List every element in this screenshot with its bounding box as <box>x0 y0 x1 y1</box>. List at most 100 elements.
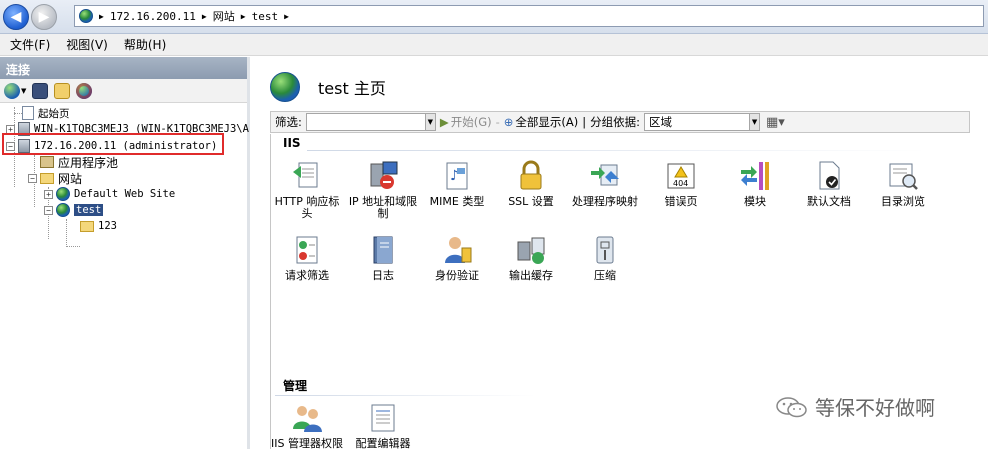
feature-label: 请求筛选 <box>285 269 329 282</box>
chevron-right-icon: ▶ <box>240 11 246 21</box>
back-button[interactable]: ◀ <box>3 4 29 30</box>
feature-ip-domain-restrictions[interactable]: IP 地址和域限制 <box>347 160 419 220</box>
feature-logging[interactable]: 日志 <box>347 234 419 282</box>
group-by-value: 区域 <box>649 115 673 129</box>
tree-label: 123 <box>98 220 117 232</box>
chevron-right-icon: ▶ <box>201 11 207 21</box>
feature-label: 错误页 <box>664 195 698 208</box>
feature-ssl-settings[interactable]: SSL 设置 <box>495 160 567 208</box>
feature-label: 处理程序映射 <box>572 195 638 208</box>
feature-default-document[interactable]: 默认文档 <box>793 160 865 208</box>
authentication-icon <box>441 234 473 266</box>
separator: - <box>495 115 500 129</box>
feature-label: IIS 管理器权限 <box>271 437 343 450</box>
breadcrumb-sites[interactable]: 网站 <box>213 8 235 24</box>
tree-app-pools[interactable]: 应用程序池 <box>40 154 118 170</box>
sites-folder-icon <box>40 172 54 184</box>
feature-iis-manager-permissions[interactable]: IIS 管理器权限 <box>271 402 343 450</box>
show-all-button[interactable]: 全部显示(A) <box>515 114 578 130</box>
feature-label: 压缩 <box>594 269 616 282</box>
separator: | <box>582 115 587 129</box>
filter-label: 筛选: <box>275 115 302 129</box>
chevron-right-icon: ▶ <box>284 11 289 21</box>
feature-output-caching[interactable]: 输出缓存 <box>495 234 567 282</box>
forward-button[interactable]: ▶ <box>31 4 57 30</box>
breadcrumb-server[interactable]: 172.16.200.11 <box>110 10 196 23</box>
feature-mime-types[interactable]: ♪ MIME 类型 <box>421 160 493 208</box>
page-title: test 主页 <box>318 79 386 98</box>
breadcrumb-test[interactable]: test <box>252 10 279 23</box>
filter-input[interactable]: ▼ <box>305 113 436 131</box>
save-icon[interactable] <box>32 82 49 99</box>
globe-icon <box>79 9 93 23</box>
connections-header: 连接 <box>0 57 247 79</box>
expand-icon[interactable]: + <box>44 189 53 199</box>
section-title-manage: 管理 <box>283 379 308 393</box>
view-mode-icon[interactable]: ▦▾ <box>766 115 785 130</box>
ssl-settings-icon <box>515 160 547 192</box>
go-icon[interactable]: ▶ <box>440 115 449 129</box>
feature-http-response-headers[interactable]: HTTP 响应标头 <box>271 160 343 220</box>
request-filtering-icon <box>291 234 323 266</box>
up-folder-icon[interactable] <box>54 82 71 99</box>
logging-icon <box>367 234 399 266</box>
feature-directory-browsing[interactable]: 目录浏览 <box>867 160 939 208</box>
chevron-right-icon: ▶ <box>99 11 104 21</box>
modules-icon <box>739 160 771 192</box>
start-button[interactable]: 开始(G) <box>451 114 492 130</box>
tree-label: 起始页 <box>38 107 70 120</box>
dropdown-arrow-icon[interactable]: ▼ <box>424 114 435 130</box>
feature-configuration-editor[interactable]: 配置编辑器 <box>347 402 419 450</box>
configuration-editor-icon <box>367 402 399 434</box>
feature-modules[interactable]: 模块 <box>719 160 791 208</box>
feature-label: MIME 类型 <box>429 195 485 208</box>
collapse-icon[interactable]: − <box>28 173 37 183</box>
site-globe-icon <box>56 187 70 201</box>
tree-default-web-site[interactable]: + Default Web Site <box>44 186 175 202</box>
tree-test-site[interactable]: − test <box>44 202 104 218</box>
tree-start-page[interactable]: 起始页 <box>22 105 70 121</box>
tree-label: 网站 <box>58 171 83 186</box>
feature-label: 默认文档 <box>807 195 851 208</box>
filter-bar: 筛选: ▼ ▶ 开始(G) - ⊕ 全部显示(A) | 分组依据: 区域 ▼ ▦… <box>270 111 970 133</box>
handler-mappings-icon <box>589 160 621 192</box>
feature-error-pages[interactable]: 404 错误页 <box>645 160 717 208</box>
group-by-select[interactable]: 区域 ▼ <box>644 113 761 131</box>
dropdown-arrow-icon[interactable]: ▼ <box>21 87 26 95</box>
iis-manager-permissions-icon <box>291 402 323 434</box>
dropdown-arrow-icon[interactable]: ▼ <box>749 114 760 130</box>
feature-compression[interactable]: 压缩 <box>569 234 641 282</box>
highlight-annotation-box <box>2 133 224 155</box>
address-strip: ◀ ▶ ▶ 172.16.200.11 ▶ 网站 ▶ test ▶ <box>0 0 988 34</box>
feature-request-filtering[interactable]: 请求筛选 <box>271 234 343 282</box>
connections-toolbar: ▼ <box>0 79 247 103</box>
address-bar[interactable]: ▶ 172.16.200.11 ▶ 网站 ▶ test ▶ <box>74 5 984 27</box>
error-pages-icon: 404 <box>665 160 697 192</box>
disconnect-icon[interactable] <box>76 82 93 99</box>
tree-folder-123[interactable]: 123 <box>80 218 117 234</box>
collapse-icon[interactable]: − <box>44 205 53 215</box>
feature-label: SSL 设置 <box>508 195 554 208</box>
menu-bar: 文件(F) 视图(V) 帮助(H) <box>0 34 988 56</box>
app-pool-icon <box>40 156 54 168</box>
start-page-icon <box>22 106 34 120</box>
watermark: 等保不好做啊 <box>775 392 935 421</box>
directory-browsing-icon <box>887 160 919 192</box>
tree-sites[interactable]: − 网站 <box>28 170 82 186</box>
http-response-headers-icon <box>291 160 323 192</box>
tree-label: Default Web Site <box>74 188 176 200</box>
compression-icon <box>589 234 621 266</box>
feature-authentication[interactable]: 身份验证 <box>421 234 493 282</box>
watermark-text: 等保不好做啊 <box>815 396 935 420</box>
menu-file[interactable]: 文件(F) <box>10 36 50 53</box>
menu-view[interactable]: 视图(V) <box>66 36 108 53</box>
page-header: test 主页 <box>270 69 386 105</box>
connect-globe-icon[interactable] <box>4 82 20 99</box>
tree-label-selected: test <box>74 204 104 216</box>
output-caching-icon <box>515 234 547 266</box>
feature-label: 配置编辑器 <box>355 437 411 450</box>
menu-help[interactable]: 帮助(H) <box>124 36 166 53</box>
feature-handler-mappings[interactable]: 处理程序映射 <box>569 160 641 208</box>
mime-types-icon: ♪ <box>441 160 473 192</box>
feature-label: HTTP 响应标头 <box>274 195 340 220</box>
